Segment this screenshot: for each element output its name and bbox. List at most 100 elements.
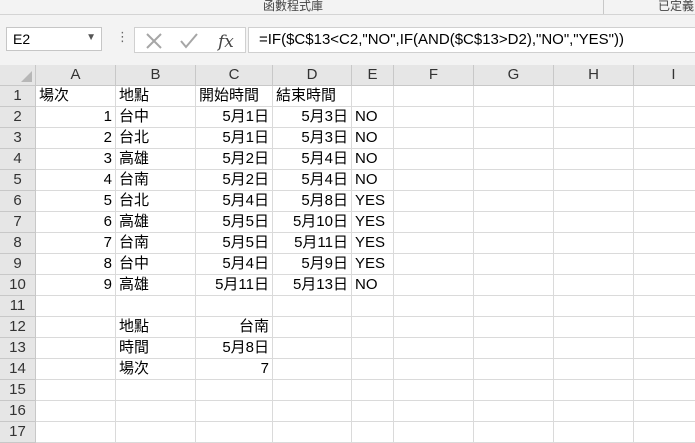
cell-i1[interactable] <box>634 86 695 107</box>
cell-c2[interactable]: 5月1日 <box>196 107 273 128</box>
cell-f3[interactable] <box>394 128 474 149</box>
cell-i12[interactable] <box>634 317 695 338</box>
cell-e5[interactable]: NO <box>352 170 394 191</box>
row-header-15[interactable]: 15 <box>0 380 36 401</box>
cell-f5[interactable] <box>394 170 474 191</box>
cell-h16[interactable] <box>554 401 634 422</box>
chevron-down-icon[interactable]: ▼ <box>86 32 96 43</box>
cell-a12[interactable] <box>36 317 116 338</box>
cell-d15[interactable] <box>273 380 352 401</box>
cell-f11[interactable] <box>394 296 474 317</box>
cell-e15[interactable] <box>352 380 394 401</box>
cell-e9[interactable]: YES <box>352 254 394 275</box>
cell-c1[interactable]: 開始時間 <box>196 86 273 107</box>
cell-h1[interactable] <box>554 86 634 107</box>
name-box[interactable]: E2 ▼ <box>6 27 102 51</box>
cell-g1[interactable] <box>474 86 554 107</box>
cell-c13[interactable]: 5月8日 <box>196 338 273 359</box>
cell-i13[interactable] <box>634 338 695 359</box>
cell-f14[interactable] <box>394 359 474 380</box>
cell-i9[interactable] <box>634 254 695 275</box>
cell-e7[interactable]: YES <box>352 212 394 233</box>
column-header-d[interactable]: D <box>273 65 352 86</box>
cell-b9[interactable]: 台中 <box>116 254 196 275</box>
cell-b7[interactable]: 高雄 <box>116 212 196 233</box>
cell-b6[interactable]: 台北 <box>116 191 196 212</box>
cell-b5[interactable]: 台南 <box>116 170 196 191</box>
cell-h14[interactable] <box>554 359 634 380</box>
cell-e1[interactable] <box>352 86 394 107</box>
cell-g15[interactable] <box>474 380 554 401</box>
cell-e8[interactable]: YES <box>352 233 394 254</box>
cell-b11[interactable] <box>116 296 196 317</box>
cell-d12[interactable] <box>273 317 352 338</box>
cell-h8[interactable] <box>554 233 634 254</box>
cell-f10[interactable] <box>394 275 474 296</box>
cell-b4[interactable]: 高雄 <box>116 149 196 170</box>
cell-b13[interactable]: 時間 <box>116 338 196 359</box>
cell-f12[interactable] <box>394 317 474 338</box>
cell-g14[interactable] <box>474 359 554 380</box>
cell-i2[interactable] <box>634 107 695 128</box>
cell-e16[interactable] <box>352 401 394 422</box>
cell-f8[interactable] <box>394 233 474 254</box>
row-header-14[interactable]: 14 <box>0 359 36 380</box>
cell-h6[interactable] <box>554 191 634 212</box>
cell-d7[interactable]: 5月10日 <box>273 212 352 233</box>
cell-i6[interactable] <box>634 191 695 212</box>
cell-i4[interactable] <box>634 149 695 170</box>
row-header-5[interactable]: 5 <box>0 170 36 191</box>
cell-d5[interactable]: 5月4日 <box>273 170 352 191</box>
cell-e2[interactable]: NO <box>352 107 394 128</box>
cell-g12[interactable] <box>474 317 554 338</box>
cell-b16[interactable] <box>116 401 196 422</box>
cell-b10[interactable]: 高雄 <box>116 275 196 296</box>
column-header-b[interactable]: B <box>116 65 196 86</box>
cell-h12[interactable] <box>554 317 634 338</box>
cell-e4[interactable]: NO <box>352 149 394 170</box>
cell-a10[interactable]: 9 <box>36 275 116 296</box>
cell-f1[interactable] <box>394 86 474 107</box>
cell-d16[interactable] <box>273 401 352 422</box>
cell-g4[interactable] <box>474 149 554 170</box>
cell-b12[interactable]: 地點 <box>116 317 196 338</box>
cell-b3[interactable]: 台北 <box>116 128 196 149</box>
cell-a13[interactable] <box>36 338 116 359</box>
cell-i14[interactable] <box>634 359 695 380</box>
cell-i15[interactable] <box>634 380 695 401</box>
cell-b14[interactable]: 場次 <box>116 359 196 380</box>
cell-h9[interactable] <box>554 254 634 275</box>
cell-a5[interactable]: 4 <box>36 170 116 191</box>
cell-b1[interactable]: 地點 <box>116 86 196 107</box>
cell-a7[interactable]: 6 <box>36 212 116 233</box>
column-header-i[interactable]: I <box>634 65 695 86</box>
cell-i10[interactable] <box>634 275 695 296</box>
cell-d13[interactable] <box>273 338 352 359</box>
cell-c12[interactable]: 台南 <box>196 317 273 338</box>
cell-h5[interactable] <box>554 170 634 191</box>
cell-f7[interactable] <box>394 212 474 233</box>
cell-f13[interactable] <box>394 338 474 359</box>
cell-g6[interactable] <box>474 191 554 212</box>
cell-a8[interactable]: 7 <box>36 233 116 254</box>
cell-g16[interactable] <box>474 401 554 422</box>
cell-c14[interactable]: 7 <box>196 359 273 380</box>
cell-d11[interactable] <box>273 296 352 317</box>
x-icon[interactable] <box>145 32 163 50</box>
row-header-2[interactable]: 2 <box>0 107 36 128</box>
cell-a14[interactable] <box>36 359 116 380</box>
cell-c8[interactable]: 5月5日 <box>196 233 273 254</box>
cell-h15[interactable] <box>554 380 634 401</box>
cell-a1[interactable]: 場次 <box>36 86 116 107</box>
cell-c15[interactable] <box>196 380 273 401</box>
cell-e12[interactable] <box>352 317 394 338</box>
row-header-8[interactable]: 8 <box>0 233 36 254</box>
cell-d6[interactable]: 5月8日 <box>273 191 352 212</box>
cell-d3[interactable]: 5月3日 <box>273 128 352 149</box>
cell-i11[interactable] <box>634 296 695 317</box>
row-header-1[interactable]: 1 <box>0 86 36 107</box>
cell-c16[interactable] <box>196 401 273 422</box>
cell-a2[interactable]: 1 <box>36 107 116 128</box>
fx-icon[interactable]: fx <box>217 30 239 52</box>
cell-d14[interactable] <box>273 359 352 380</box>
